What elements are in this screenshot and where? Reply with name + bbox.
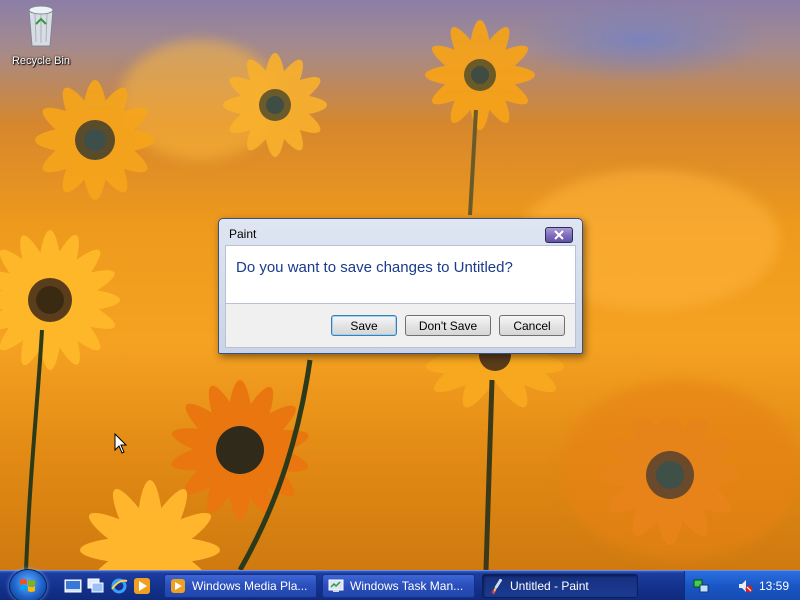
mouse-cursor-icon (114, 433, 128, 454)
recycle-bin-label: Recycle Bin (11, 55, 71, 67)
save-changes-dialog[interactable]: Paint Do you want to save changes to Unt… (218, 218, 583, 354)
start-button[interactable] (9, 569, 47, 600)
dialog-titlebar[interactable]: Paint (219, 219, 582, 245)
save-button[interactable]: Save (331, 315, 397, 336)
recycle-bin-icon (28, 5, 54, 47)
task-manager-icon (328, 579, 344, 592)
paint-icon (491, 578, 503, 594)
desktop-icon-recycle-bin[interactable]: Recycle Bin (6, 2, 76, 67)
dialog-close-button[interactable] (545, 227, 573, 243)
windows-logo-icon (20, 579, 35, 592)
taskbar: Windows Media Pla... Windows Task Man...… (0, 569, 800, 600)
switch-windows-icon[interactable] (87, 577, 105, 595)
show-desktop-icon[interactable] (64, 577, 82, 595)
task-label: Untitled - Paint (510, 579, 589, 593)
internet-explorer-icon[interactable] (110, 577, 128, 595)
dont-save-button[interactable]: Don't Save (405, 315, 491, 336)
dialog-title: Paint (229, 227, 257, 241)
task-windows-task-manager[interactable]: Windows Task Man... (322, 574, 475, 598)
task-windows-media-player[interactable]: Windows Media Pla... (164, 574, 317, 598)
dialog-message: Do you want to save changes to Untitled? (236, 259, 513, 276)
clock[interactable]: 13:59 (759, 579, 789, 593)
dialog-content: Do you want to save changes to Untitled? (225, 245, 576, 304)
cancel-button[interactable]: Cancel (499, 315, 565, 336)
media-player-icon (171, 579, 185, 593)
dialog-button-row: Save Don't Save Cancel (225, 304, 576, 348)
task-label: Windows Media Pla... (192, 579, 308, 593)
task-label: Windows Task Man... (350, 579, 464, 593)
network-icon[interactable] (693, 578, 709, 594)
media-player-icon[interactable] (133, 577, 151, 595)
system-tray: 13:59 (684, 571, 800, 600)
close-icon (554, 230, 564, 240)
task-untitled-paint[interactable]: Untitled - Paint (482, 574, 638, 598)
volume-muted-icon[interactable] (737, 578, 753, 594)
